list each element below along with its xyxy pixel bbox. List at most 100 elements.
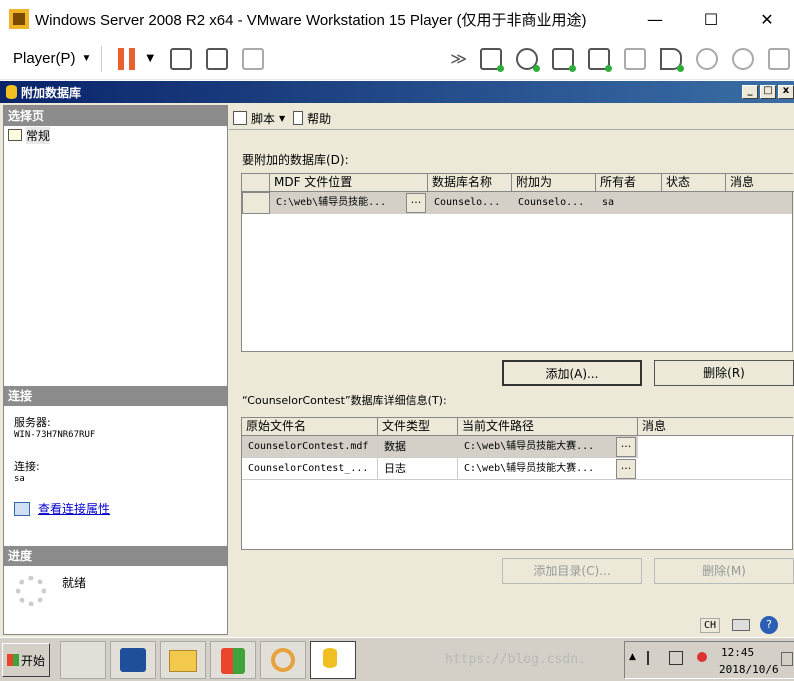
script-icon [233,111,247,125]
browse-path-button[interactable]: ... [616,437,636,457]
browse-mdf-button[interactable]: ... [406,193,426,213]
pause-dropdown-icon[interactable]: ▼ [146,53,154,64]
col-message[interactable]: 消息 [726,174,794,192]
clock-time[interactable]: 12:45 [721,646,754,659]
remove-button[interactable]: 删除(R) [654,360,794,386]
hard-disk-icon[interactable] [480,47,504,72]
help-button[interactable]: 帮助 [307,110,331,127]
col-details-message[interactable]: 消息 [638,418,794,436]
table-row[interactable]: C:\web\辅导员技能... ... Counselo... Counselo… [242,192,792,214]
network-adapter-icon[interactable] [588,47,612,72]
col-owner[interactable]: 所有者 [596,174,662,192]
row-selector[interactable] [242,192,270,214]
windows-update-icon[interactable] [210,641,256,679]
table-row[interactable]: CounselorContest.mdf 数据 C:\web\辅导员技能大赛..… [242,436,792,458]
cell-owner[interactable]: sa [596,192,662,214]
database-icon [6,85,17,99]
system-tray: ▲ 12:45 2018/10/6 [624,641,794,679]
vmware-app-icon [9,9,29,29]
cell-file-type: 数据 [384,440,406,453]
progress-status: 就绪 [62,576,87,590]
add-catalog-button[interactable]: 添加目录(C)... [502,558,642,584]
left-pane: 选择页 常规 连接 服务器: WIN-73H7NR67RUF 连接: sa 查看… [3,105,228,635]
ie-icon[interactable] [260,641,306,679]
taskbar: 开始 https://blog.csdn. ▲ 12:45 2018/10/6 … [0,616,794,681]
maximize-button[interactable]: ☐ [684,0,738,38]
col-current-path[interactable]: 当前文件路径 [458,418,638,436]
player-menu[interactable]: Player(P) ▼ [13,50,91,67]
show-desktop-icon[interactable] [781,652,793,666]
cell-db-name[interactable]: Counselo... [428,192,512,214]
page-item-general[interactable]: 常规 [4,126,227,144]
browse-path-button[interactable]: ... [616,459,636,479]
flag-icon[interactable] [647,651,659,665]
usb-icon[interactable] [696,47,718,70]
col-attach-as[interactable]: 附加为 [512,174,596,192]
network-icon[interactable] [669,651,683,665]
toolbar-divider [229,129,794,130]
table-row[interactable]: CounselorContest_... 日志 C:\web\辅导员技能大赛..… [242,458,792,480]
cd-dvd-icon[interactable] [516,47,540,72]
col-status[interactable]: 状态 [662,174,726,192]
start-label: 开始 [20,653,45,668]
minimize-button[interactable]: — [628,0,682,38]
sql-attach-window-icon[interactable] [310,641,356,679]
cell-original-file[interactable]: CounselorContest.mdf [242,436,378,458]
dialog-close-button[interactable]: x [778,85,794,99]
cell-current-path[interactable]: C:\web\辅导员技能大赛... [458,436,616,458]
ime-help-icon[interactable]: ? [760,616,778,634]
cell-mdf[interactable]: C:\web\辅导员技能... [270,192,406,214]
powershell-icon[interactable] [110,641,156,679]
sound-card-icon[interactable] [660,47,684,72]
floppy-icon[interactable] [552,47,576,72]
cell-current-path[interactable]: C:\web\辅导员技能大赛... [458,458,616,480]
unity-icon[interactable] [242,47,265,70]
col-original-file[interactable]: 原始文件名 [242,418,378,436]
tray-expand-icon[interactable]: ▲ [629,652,636,662]
connection-value: sa [14,474,25,484]
help-icon [293,111,304,125]
col-mdf[interactable]: MDF 文件位置 [270,174,428,192]
progress-spinner-icon [16,576,46,606]
clock-date[interactable]: 2018/10/6 [719,663,779,676]
details-remove-button[interactable]: 删除(M) [654,558,794,584]
server-value: WIN-73H7NR67RUF [14,430,96,440]
explorer-icon[interactable] [160,641,206,679]
details-section-label: “CounselorContest”数据库详细信息(T): [242,394,447,407]
connection-label: 连接: [14,460,40,473]
cell-status [662,192,726,214]
minimize-icon: — [647,9,663,29]
dialog-titlebar: 附加数据库 _ □ x [0,81,794,103]
maximize-icon: ☐ [703,9,719,29]
page-label: 常规 [26,126,51,144]
cell-file-type: 日志 [378,458,458,480]
pause-icon[interactable] [118,47,136,70]
keyboard-icon[interactable] [732,619,750,631]
cell-message [726,192,792,214]
col-file-type[interactable]: 文件类型 [378,418,458,436]
col-db-name[interactable]: 数据库名称 [428,174,512,192]
view-connection-properties-link[interactable]: 查看连接属性 [38,502,110,516]
dialog-maximize-button[interactable]: □ [760,85,776,99]
script-button[interactable]: 脚本 [251,110,275,127]
attach-database-dialog: 附加数据库 _ □ x 选择页 常规 连接 服务器: WIN-73H7NR67R… [0,81,794,637]
printer-icon[interactable] [624,47,646,70]
more-icon[interactable]: ≫ [450,49,467,68]
bluetooth-icon[interactable] [732,47,754,70]
dialog-minimize-button[interactable]: _ [742,85,758,99]
language-indicator[interactable]: CH [700,618,721,633]
cell-attach-as[interactable]: Counselo... [512,192,596,214]
cell-original-file[interactable]: CounselorContest_... [242,458,378,480]
connection-header: 连接 [4,386,227,406]
add-button[interactable]: 添加(A)... [502,360,642,386]
send-ctrl-alt-del-icon[interactable] [170,47,193,70]
server-manager-icon[interactable] [60,641,106,679]
progress-header: 进度 [4,546,227,566]
script-dropdown-icon[interactable]: ▼ [279,114,285,123]
start-button[interactable]: 开始 [2,643,50,677]
volume-muted-icon[interactable] [697,652,707,662]
row-header-cell [242,174,270,192]
message-log-icon[interactable] [768,47,790,70]
fullscreen-icon[interactable] [206,47,229,70]
close-button[interactable]: ✕ [740,0,794,38]
